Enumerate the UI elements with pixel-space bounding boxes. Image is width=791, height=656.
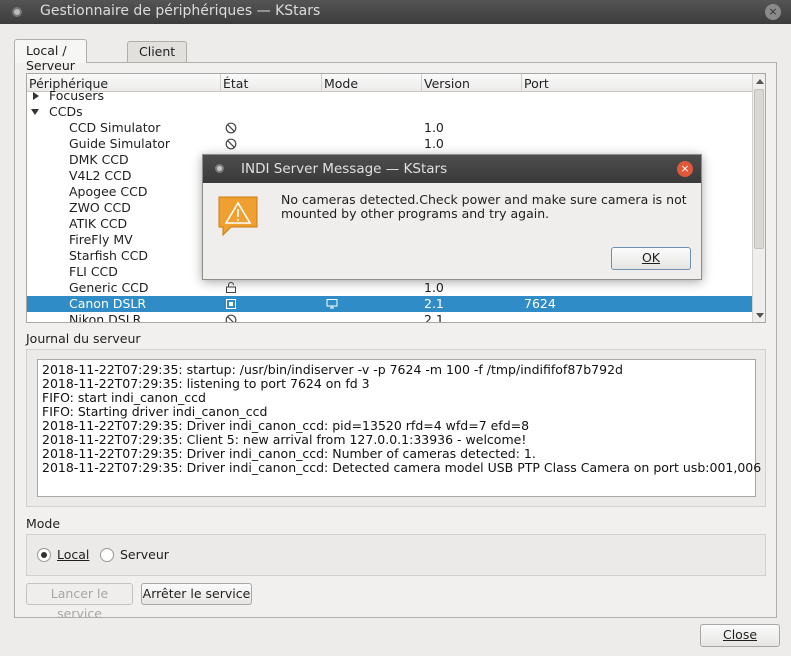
device-name: Starfish CCD xyxy=(69,248,148,263)
device-name: FireFly MV xyxy=(69,232,133,247)
tree-row[interactable]: Focusers xyxy=(27,88,753,104)
stopped-icon xyxy=(225,122,237,134)
stopped-icon xyxy=(225,314,237,322)
tab-label: Local / Serveur xyxy=(26,43,75,73)
log-line: 2018-11-22T07:29:35: startup: /usr/bin/i… xyxy=(42,362,623,377)
tree-row[interactable]: Guide Simulator 1.0 xyxy=(27,136,753,152)
server-log[interactable]: 2018-11-22T07:29:35: startup: /usr/bin/i… xyxy=(37,359,762,497)
tree-row[interactable]: CCD Simulator 1.0 xyxy=(27,120,753,136)
start-service-button[interactable]: Lancer le service xyxy=(26,583,133,621)
tree-scrollbar[interactable] xyxy=(752,74,765,322)
expand-right-icon[interactable] xyxy=(33,92,39,100)
device-name: Generic CCD xyxy=(69,280,149,295)
window-close-button[interactable]: × xyxy=(765,4,781,20)
dialog-message: No cameras detected.Check power and make… xyxy=(281,192,687,221)
tab-local-serveur[interactable]: Local / Serveur xyxy=(14,39,87,73)
monitor-icon xyxy=(326,299,338,309)
device-version: 1.0 xyxy=(424,280,444,295)
device-name: FLI CCD xyxy=(69,264,118,279)
device-name: Focusers xyxy=(49,88,105,103)
device-version: 1.0 xyxy=(424,136,444,151)
scroll-thumb[interactable] xyxy=(754,89,764,249)
idle-icon xyxy=(226,282,236,293)
journal-label: Journal du serveur xyxy=(26,331,141,346)
device-name: Nikon DSLR xyxy=(69,312,142,323)
window-title: Gestionnaire de périphériques — KStars xyxy=(40,3,321,19)
device-name: ZWO CCD xyxy=(69,200,131,215)
stop-service-button[interactable]: Arrêter le service xyxy=(141,583,252,605)
device-version: 2.1 xyxy=(424,312,444,323)
app-icon xyxy=(12,7,22,17)
device-name: Apogee CCD xyxy=(69,184,148,199)
log-line: 2018-11-22T07:29:35: Client 5: new arriv… xyxy=(42,432,527,447)
stopped-icon xyxy=(225,138,237,150)
close-button[interactable]: Close xyxy=(700,624,780,647)
radio-serveur[interactable] xyxy=(100,548,114,562)
log-line: 2018-11-22T07:29:35: Driver indi_canon_c… xyxy=(42,446,536,461)
tree-row[interactable]: CCDs xyxy=(27,104,753,120)
device-name: DMK CCD xyxy=(69,152,129,167)
device-name: Guide Simulator xyxy=(69,136,171,151)
device-name: CCDs xyxy=(49,104,83,119)
tab-client[interactable]: Client xyxy=(127,41,188,62)
tab-label: Client xyxy=(139,44,176,59)
device-name: V4L2 CCD xyxy=(69,168,132,183)
dialog-titlebar: INDI Server Message — KStars × xyxy=(203,155,701,183)
log-line: 2018-11-22T07:29:35: Driver indi_canon_c… xyxy=(42,418,530,433)
scroll-down-icon[interactable] xyxy=(756,313,764,318)
window-titlebar: Gestionnaire de périphériques — KStars × xyxy=(0,0,791,24)
mode-label: Mode xyxy=(26,516,61,531)
warning-icon xyxy=(218,196,258,237)
device-port: 7624 xyxy=(524,296,556,311)
dialog-close-button[interactable]: × xyxy=(677,161,693,177)
log-line: 2018-11-22T07:29:35: Driver indi_canon_c… xyxy=(42,460,762,475)
dialog-title: INDI Server Message — KStars xyxy=(241,161,448,177)
ok-button[interactable]: OK xyxy=(611,247,691,270)
device-name: CCD Simulator xyxy=(69,120,161,135)
radio-local[interactable] xyxy=(37,548,51,562)
device-name: Canon DSLR xyxy=(69,296,147,311)
scroll-up-icon[interactable] xyxy=(756,79,764,84)
running-icon xyxy=(226,299,236,309)
device-version: 1.0 xyxy=(424,120,444,135)
log-line: 2018-11-22T07:29:35: listening to port 7… xyxy=(42,376,370,391)
device-version: 2.1 xyxy=(424,296,444,311)
expand-down-icon[interactable] xyxy=(31,109,39,115)
radio-local-label[interactable]: Local xyxy=(57,547,89,562)
tree-row[interactable]: Generic CCD 1.0 xyxy=(27,280,753,296)
indi-message-dialog: INDI Server Message — KStars × No camera… xyxy=(202,154,702,280)
radio-serveur-label[interactable]: Serveur xyxy=(120,547,169,562)
tree-row[interactable]: Canon DSLR 2.1 7624 xyxy=(27,296,753,312)
tree-row[interactable]: Nikon DSLR 2.1 xyxy=(27,312,753,323)
app-icon xyxy=(215,164,224,173)
device-name: ATIK CCD xyxy=(69,216,128,231)
log-line: FIFO: start indi_canon_ccd xyxy=(42,390,206,405)
log-line: FIFO: Starting driver indi_canon_ccd xyxy=(42,404,268,419)
